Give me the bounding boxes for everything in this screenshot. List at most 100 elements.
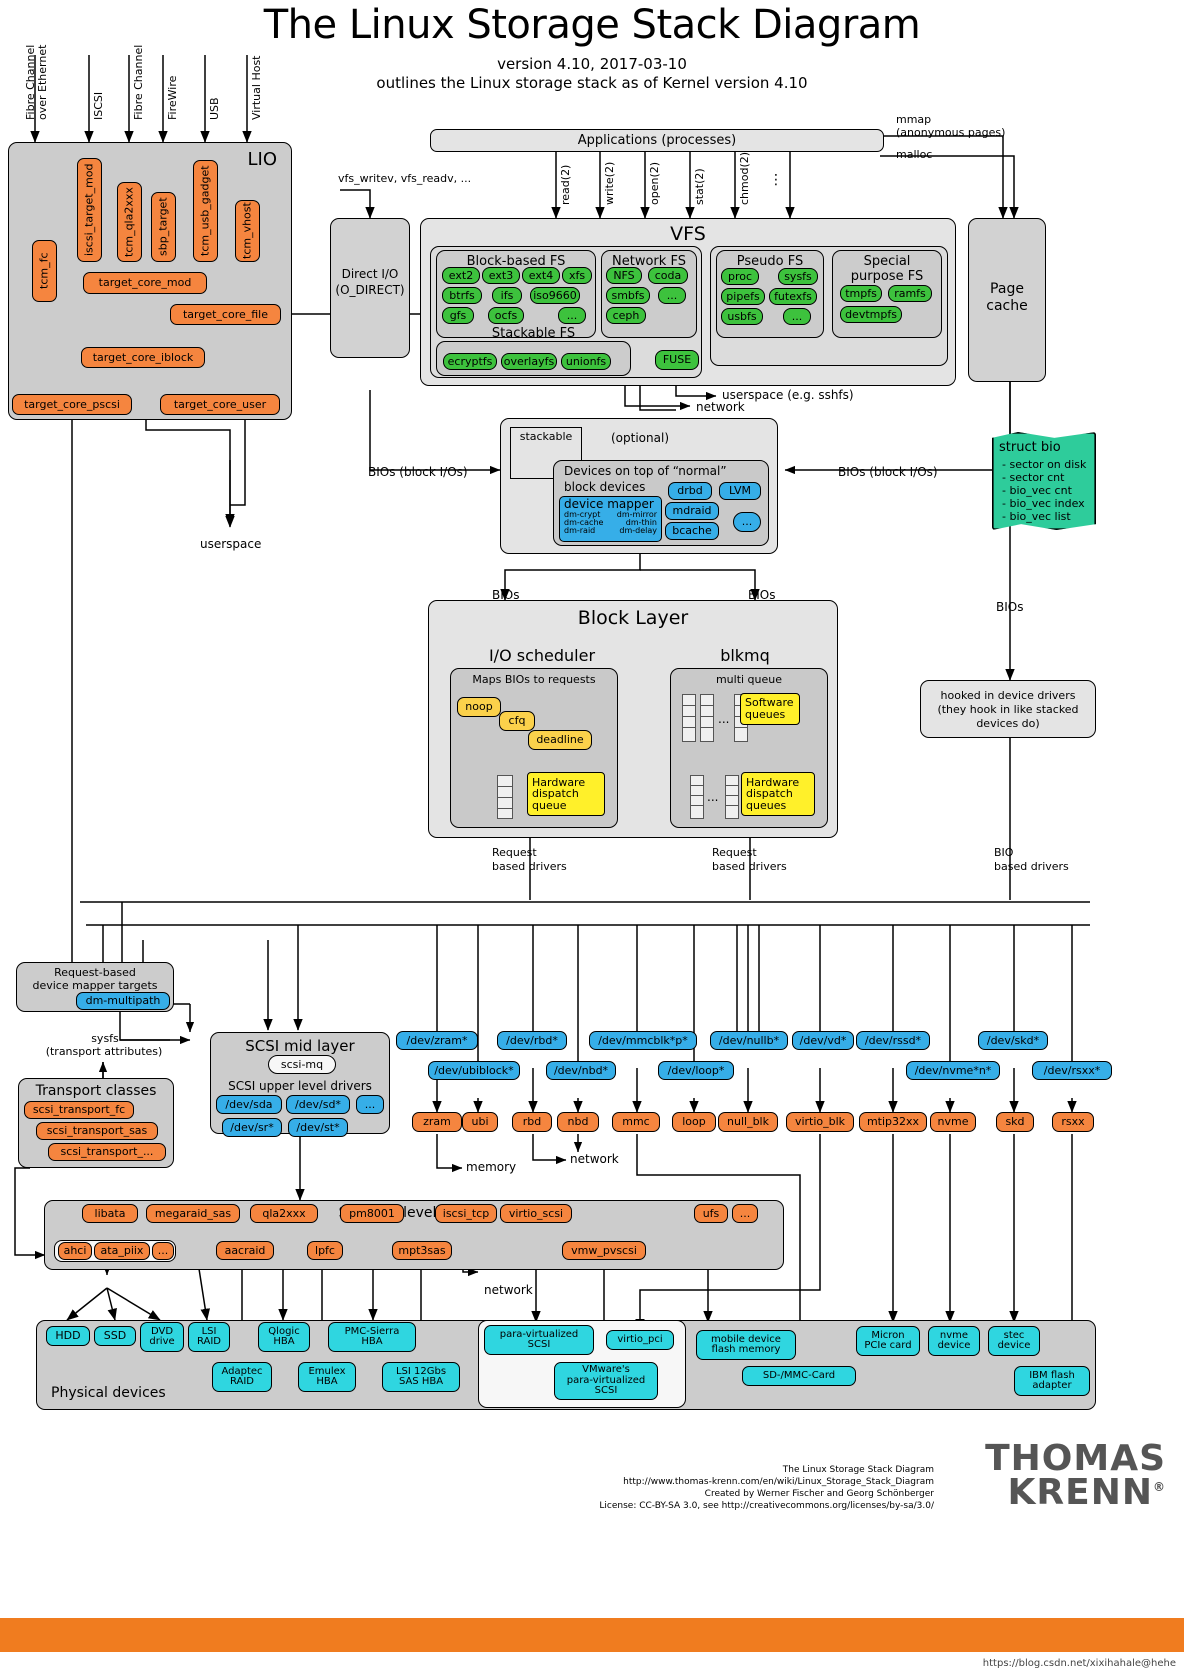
physical-sd-mmc-card[interactable]: SD-/MMC-Card bbox=[742, 1366, 856, 1386]
driver-null-blk[interactable]: null_blk bbox=[718, 1112, 778, 1132]
transport-class-fc[interactable]: scsi_transport_fc bbox=[24, 1101, 134, 1119]
driver-nbd[interactable]: nbd bbox=[557, 1112, 599, 1132]
scsi-driver-ata-more[interactable]: ... bbox=[152, 1242, 174, 1260]
scheduler-cfq[interactable]: cfq bbox=[499, 711, 535, 731]
physical-vmware-para-virtualized-scsi[interactable]: VMware's para-virtualized SCSI bbox=[554, 1362, 658, 1400]
driver-skd[interactable]: skd bbox=[996, 1112, 1034, 1132]
scsi-driver-ahci[interactable]: ahci bbox=[58, 1242, 92, 1260]
dev-node-ubiblock[interactable]: /dev/ubiblock* bbox=[428, 1061, 520, 1080]
stacked-more[interactable]: ... bbox=[733, 512, 761, 532]
dev-node-nullb[interactable]: /dev/nullb* bbox=[710, 1031, 788, 1050]
fs-ceph[interactable]: ceph bbox=[606, 307, 646, 324]
stacked-lvm[interactable]: LVM bbox=[719, 482, 761, 500]
fs-ramfs[interactable]: ramfs bbox=[888, 285, 932, 302]
fs-network-more[interactable]: ... bbox=[658, 287, 686, 304]
fs-sysfs[interactable]: sysfs bbox=[778, 268, 818, 285]
lio-target-core-file[interactable]: target_core_file bbox=[170, 304, 281, 325]
fs-ifs[interactable]: ifs bbox=[492, 287, 522, 304]
lio-fabric-iscsi-target-mod[interactable]: iscsi_target_mod bbox=[77, 158, 102, 262]
dev-node-rsxx[interactable]: /dev/rsxx* bbox=[1032, 1061, 1112, 1080]
fs-unionfs[interactable]: unionfs bbox=[561, 353, 611, 370]
driver-ubi[interactable]: ubi bbox=[462, 1112, 498, 1132]
dev-node-nvme[interactable]: /dev/nvme*n* bbox=[906, 1061, 1000, 1080]
driver-rsxx[interactable]: rsxx bbox=[1052, 1112, 1094, 1132]
physical-dvd-drive[interactable]: DVD drive bbox=[140, 1322, 184, 1352]
scsi-driver-iscsi-tcp[interactable]: iscsi_tcp bbox=[435, 1204, 497, 1223]
fs-coda[interactable]: coda bbox=[648, 267, 688, 284]
driver-virtio-blk[interactable]: virtio_blk bbox=[786, 1112, 854, 1132]
physical-lsi-raid[interactable]: LSI RAID bbox=[188, 1322, 230, 1352]
fs-block-more[interactable]: ... bbox=[558, 307, 586, 324]
fs-tmpfs[interactable]: tmpfs bbox=[840, 285, 882, 302]
driver-loop[interactable]: loop bbox=[672, 1112, 716, 1132]
fs-smbfs[interactable]: smbfs bbox=[606, 287, 650, 304]
dev-node-rssd[interactable]: /dev/rssd* bbox=[856, 1031, 930, 1050]
scsi-driver-lpfc[interactable]: lpfc bbox=[307, 1241, 343, 1260]
physical-virtio-pci[interactable]: virtio_pci bbox=[606, 1330, 674, 1350]
fs-pseudo-more[interactable]: ... bbox=[783, 308, 811, 325]
fs-gfs[interactable]: gfs bbox=[442, 307, 474, 324]
driver-nvme[interactable]: nvme bbox=[930, 1112, 976, 1132]
dev-node-nbd[interactable]: /dev/nbd* bbox=[546, 1061, 616, 1080]
fs-ocfs[interactable]: ocfs bbox=[488, 307, 524, 324]
physical-para-virtualized-scsi[interactable]: para-virtualized SCSI bbox=[484, 1325, 594, 1355]
transport-class-other[interactable]: scsi_transport_... bbox=[48, 1143, 166, 1161]
scheduler-noop[interactable]: noop bbox=[457, 697, 501, 717]
scsi-driver-ufs[interactable]: ufs bbox=[694, 1204, 728, 1223]
physical-lsi-sas-hba[interactable]: LSI 12Gbs SAS HBA bbox=[382, 1362, 460, 1392]
fs-xfs[interactable]: xfs bbox=[562, 267, 592, 284]
fs-ext3[interactable]: ext3 bbox=[482, 267, 520, 284]
scsi-driver-megaraid-sas[interactable]: megaraid_sas bbox=[146, 1204, 240, 1223]
scsi-dev-more[interactable]: ... bbox=[356, 1095, 384, 1114]
lio-fabric-tcm-vhost[interactable]: tcm_vhost bbox=[235, 200, 260, 262]
fs-devtmpfs[interactable]: devtmpfs bbox=[840, 306, 902, 323]
fs-overlayfs[interactable]: overlayfs bbox=[501, 353, 557, 370]
physical-stec-device[interactable]: stec device bbox=[988, 1326, 1040, 1356]
lio-target-core-mod[interactable]: target_core_mod bbox=[83, 272, 207, 294]
stacked-mdraid[interactable]: mdraid bbox=[665, 502, 719, 520]
driver-rbd[interactable]: rbd bbox=[512, 1112, 552, 1132]
device-mapper-box[interactable]: device mapper dm-crypt dm-mirror dm-cach… bbox=[559, 496, 662, 542]
scheduler-deadline[interactable]: deadline bbox=[528, 730, 592, 750]
physical-hdd[interactable]: HDD bbox=[46, 1326, 90, 1346]
fs-ecryptfs[interactable]: ecryptfs bbox=[443, 353, 497, 370]
physical-pmc-sierra-hba[interactable]: PMC-Sierra HBA bbox=[328, 1322, 416, 1352]
scsi-driver-mpt3sas[interactable]: mpt3sas bbox=[392, 1241, 452, 1260]
fs-usbfs[interactable]: usbfs bbox=[721, 308, 763, 325]
dev-node-zram[interactable]: /dev/zram* bbox=[396, 1031, 478, 1050]
dev-node-vd[interactable]: /dev/vd* bbox=[792, 1031, 854, 1050]
physical-micron-pcie[interactable]: Micron PCIe card bbox=[856, 1326, 920, 1356]
scsi-dev-st[interactable]: /dev/st* bbox=[288, 1118, 348, 1137]
dev-node-rbd[interactable]: /dev/rbd* bbox=[497, 1031, 567, 1050]
fs-btrfs[interactable]: btrfs bbox=[442, 287, 482, 304]
scsi-driver-qla2xxx[interactable]: qla2xxx bbox=[250, 1204, 318, 1223]
scsi-driver-virtio-scsi[interactable]: virtio_scsi bbox=[500, 1204, 572, 1223]
stacked-drbd[interactable]: drbd bbox=[668, 482, 712, 500]
scsi-driver-more[interactable]: ... bbox=[732, 1204, 758, 1223]
transport-class-sas[interactable]: scsi_transport_sas bbox=[36, 1122, 158, 1140]
scsi-mq[interactable]: scsi-mq bbox=[268, 1055, 336, 1074]
lio-target-core-iblock[interactable]: target_core_iblock bbox=[81, 347, 205, 368]
lio-target-core-pscsi[interactable]: target_core_pscsi bbox=[12, 394, 132, 415]
lio-target-core-user[interactable]: target_core_user bbox=[160, 394, 280, 415]
physical-adaptec-raid[interactable]: Adaptec RAID bbox=[212, 1362, 272, 1392]
driver-mtip32xx[interactable]: mtip32xx bbox=[859, 1112, 927, 1132]
physical-ibm-flash-adapter[interactable]: IBM flash adapter bbox=[1014, 1366, 1090, 1396]
fs-iso9660[interactable]: iso9660 bbox=[530, 287, 580, 304]
stacked-bcache[interactable]: bcache bbox=[665, 522, 719, 540]
physical-emulex-hba[interactable]: Emulex HBA bbox=[298, 1362, 356, 1392]
fs-pipefs[interactable]: pipefs bbox=[721, 288, 765, 305]
fs-futexfs[interactable]: futexfs bbox=[769, 288, 817, 305]
driver-mmc[interactable]: mmc bbox=[612, 1112, 660, 1132]
dm-multipath[interactable]: dm-multipath bbox=[76, 992, 170, 1010]
fs-ext4[interactable]: ext4 bbox=[522, 267, 560, 284]
scsi-dev-sda[interactable]: /dev/sda bbox=[216, 1095, 282, 1114]
physical-nvme-device[interactable]: nvme device bbox=[928, 1326, 980, 1356]
fs-ext2[interactable]: ext2 bbox=[442, 267, 480, 284]
lio-fabric-tcm-fc[interactable]: tcm_fc bbox=[32, 240, 57, 302]
driver-zram[interactable]: zram bbox=[412, 1112, 462, 1132]
scsi-driver-ata-piix[interactable]: ata_piix bbox=[94, 1242, 150, 1260]
physical-qlogic-hba[interactable]: Qlogic HBA bbox=[258, 1322, 310, 1352]
physical-ssd[interactable]: SSD bbox=[94, 1326, 136, 1346]
scsi-driver-vmw-pvscsi[interactable]: vmw_pvscsi bbox=[562, 1241, 646, 1260]
